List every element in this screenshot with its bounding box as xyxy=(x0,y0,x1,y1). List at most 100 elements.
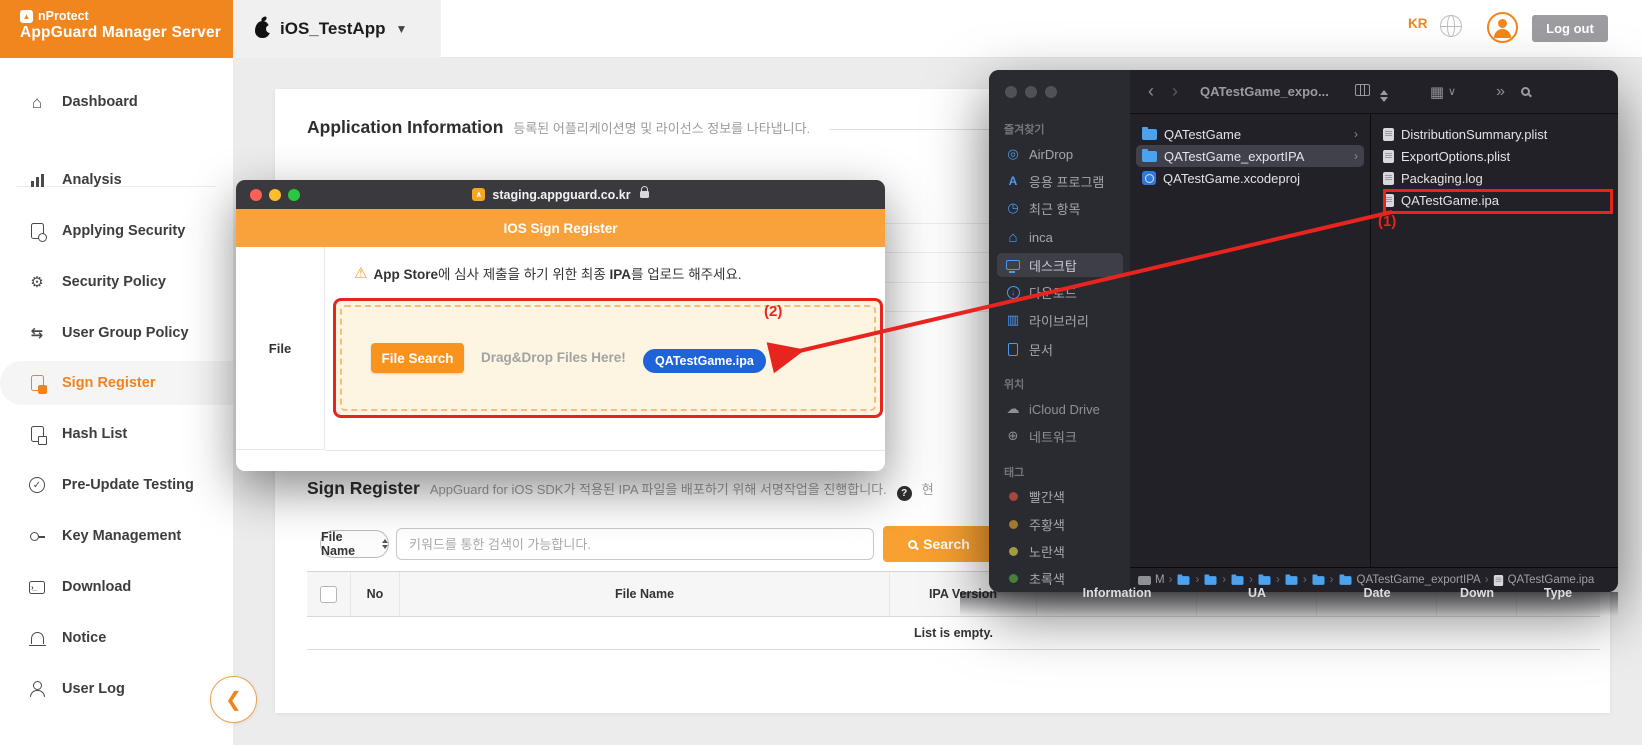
wrench-icon: ⚙ xyxy=(28,273,46,291)
folder-icon[interactable] xyxy=(1205,576,1217,585)
terminal-icon xyxy=(28,581,46,594)
filter-select-label: File Name xyxy=(321,530,376,558)
globe-icon[interactable] xyxy=(1440,15,1462,37)
tag-dot-icon xyxy=(1005,574,1021,583)
sidebar-item-label: Download xyxy=(62,579,131,595)
finder-item-downloads[interactable]: ↓다운로드 xyxy=(997,280,1123,304)
sidebar-item-label: Sign Register xyxy=(62,375,155,391)
sidebar-item-analysis[interactable]: Analysis xyxy=(0,158,233,202)
folder-icon[interactable] xyxy=(1258,576,1270,585)
sidebar-item-pre-update-testing[interactable]: ✓ Pre-Update Testing xyxy=(0,463,233,507)
finder-item-home[interactable]: ⌂inca xyxy=(997,225,1123,249)
finder-item-library[interactable]: ▥라이브러리 xyxy=(997,308,1123,332)
doc-lock-icon xyxy=(28,375,46,391)
sidebar-item-user-log[interactable]: User Log xyxy=(0,667,233,711)
maximize-icon[interactable] xyxy=(288,189,300,201)
sidebar-item-download[interactable]: Download xyxy=(0,565,233,609)
finder-file-row[interactable]: DistributionSummary.plist xyxy=(1377,123,1612,145)
folder-icon xyxy=(1339,576,1351,585)
finder-file-row[interactable]: ExportOptions.plist xyxy=(1377,145,1612,167)
sidebar-item-label: User Group Policy xyxy=(62,325,189,341)
path-segment-folder[interactable]: QATestGame_exportIPA xyxy=(1357,574,1481,586)
finder-item-icloud[interactable]: ☁iCloud Drive xyxy=(997,397,1123,421)
sidebar-item-label: Dashboard xyxy=(62,94,138,110)
applications-icon: A xyxy=(1005,174,1021,188)
document-icon xyxy=(1005,343,1021,356)
select-all-checkbox[interactable] xyxy=(320,586,337,603)
app-selector[interactable]: iOS_TestApp ▼ xyxy=(233,0,441,58)
chevron-down-icon[interactable]: ∨ xyxy=(1448,85,1456,98)
logout-button[interactable]: Log out xyxy=(1532,15,1608,42)
sidebar-item-label: Security Policy xyxy=(62,274,166,290)
upload-warning: ⚠ App Store에 심사 제출을 하기 위한 최종 IPA를 업로드 해주… xyxy=(354,263,742,283)
finder-column-1: QATestGame› QATestGame_exportIPA› QATest… xyxy=(1130,114,1371,567)
finder-file-row[interactable]: QATestGame› xyxy=(1136,123,1364,145)
group-icon[interactable]: ▦ xyxy=(1430,83,1444,101)
path-segment-file[interactable]: QATestGame.ipa xyxy=(1508,574,1595,586)
apple-icon xyxy=(255,21,270,38)
sidebar-item-security-policy[interactable]: ⚙ Security Policy xyxy=(0,260,233,304)
airdrop-icon: ◎ xyxy=(1005,146,1021,162)
file-search-button[interactable]: File Search xyxy=(371,343,464,373)
key-icon xyxy=(28,528,46,544)
finder-item-desktop[interactable]: 데스크탑 xyxy=(997,253,1123,277)
person-icon xyxy=(28,681,46,697)
sidebar-item-user-group-policy[interactable]: ⇆ User Group Policy xyxy=(0,311,233,355)
finder-file-row-ipa[interactable]: QATestGame.ipa xyxy=(1377,189,1612,211)
sidebar-item-dashboard[interactable]: ⌂ Dashboard xyxy=(0,80,233,124)
back-icon[interactable]: ‹ xyxy=(1148,81,1154,102)
sidebar-item-notice[interactable]: Notice xyxy=(0,616,233,660)
finder-tag-red[interactable]: 빨간색 xyxy=(997,484,1123,508)
tag-dot-icon xyxy=(1005,520,1021,529)
sidebar-item-key-management[interactable]: Key Management xyxy=(0,514,233,558)
doc-hash-icon xyxy=(28,426,46,442)
finder-item-airdrop[interactable]: ◎AirDrop xyxy=(997,142,1123,166)
path-segment[interactable]: M xyxy=(1155,574,1165,586)
user-avatar-icon[interactable] xyxy=(1487,12,1518,43)
nprotect-icon: ▲ xyxy=(20,10,33,23)
column-view-icon[interactable] xyxy=(1355,83,1370,100)
close-icon[interactable] xyxy=(250,189,262,201)
more-toolbar-icon[interactable]: » xyxy=(1496,83,1505,101)
modal-url: staging.appguard.co.kr xyxy=(492,188,630,202)
search-input[interactable] xyxy=(396,528,874,560)
finder-item-documents[interactable]: 문서 xyxy=(997,337,1123,361)
finder-tag-yellow[interactable]: 노란색 xyxy=(997,539,1123,563)
filter-select[interactable]: File Name xyxy=(320,530,389,558)
sort-icon[interactable] xyxy=(1380,82,1388,102)
finder-file-row[interactable]: Packaging.log xyxy=(1377,167,1612,189)
sign-register-modal: ∧ staging.appguard.co.kr IOS Sign Regist… xyxy=(236,180,885,471)
plist-file-icon xyxy=(1383,128,1394,141)
finder-toolbar: ‹ › QATestGame_expo... ▦ ∨ » xyxy=(1130,70,1618,114)
download-circle-icon: ↓ xyxy=(1005,286,1021,299)
sidebar-item-applying-security[interactable]: Applying Security xyxy=(0,209,233,253)
help-icon[interactable]: ? xyxy=(897,486,912,501)
sidebar-collapse-button[interactable]: ❮ xyxy=(210,676,257,723)
folder-icon[interactable] xyxy=(1232,576,1244,585)
sidebar-item-hash-list[interactable]: Hash List xyxy=(0,412,233,456)
finder-columns: QATestGame› QATestGame_exportIPA› QATest… xyxy=(1130,114,1618,567)
folder-icon[interactable] xyxy=(1312,576,1324,585)
finder-item-recents[interactable]: ◷최근 항목 xyxy=(997,196,1123,220)
folder-icon[interactable] xyxy=(1285,576,1297,585)
finder-tag-orange[interactable]: 주황색 xyxy=(997,512,1123,536)
minimize-icon[interactable] xyxy=(269,189,281,201)
file-row-label: File xyxy=(236,247,325,450)
language-label[interactable]: KR xyxy=(1408,16,1428,31)
chevron-down-icon: ▼ xyxy=(395,22,407,36)
finder-traffic-lights[interactable] xyxy=(1005,86,1057,98)
finder-item-applications[interactable]: A응용 프로그램 xyxy=(997,169,1123,193)
file-dropzone[interactable]: File Search Drag&Drop Files Here! QATest… xyxy=(333,298,883,418)
search-button[interactable]: Search xyxy=(883,526,995,562)
forward-icon[interactable]: › xyxy=(1172,81,1178,102)
search-icon[interactable] xyxy=(1521,83,1530,100)
updown-icon xyxy=(382,539,388,549)
check-circle-icon: ✓ xyxy=(28,477,46,493)
selected-file-chip[interactable]: QATestGame.ipa xyxy=(643,349,766,373)
finder-file-row-selected[interactable]: QATestGame_exportIPA› xyxy=(1136,145,1364,167)
finder-file-row[interactable]: QATestGame.xcodeproj xyxy=(1136,167,1364,189)
folder-icon[interactable] xyxy=(1178,576,1190,585)
sidebar-item-sign-register[interactable]: Sign Register xyxy=(0,361,233,405)
finder-item-network[interactable]: ⊕네트워크 xyxy=(997,424,1123,448)
library-icon: ▥ xyxy=(1005,312,1021,328)
